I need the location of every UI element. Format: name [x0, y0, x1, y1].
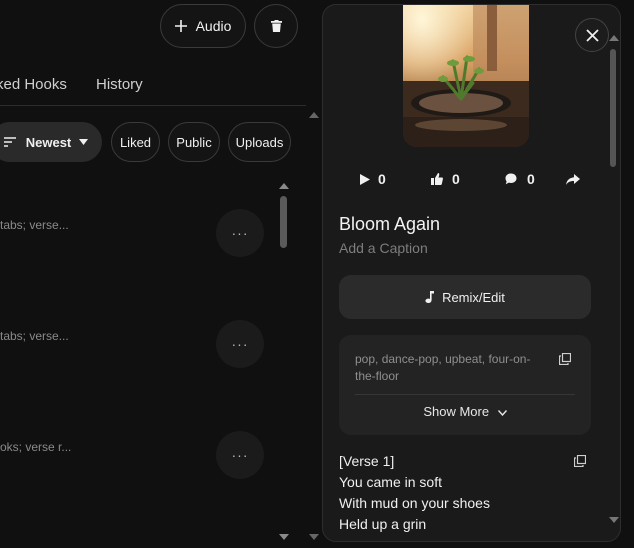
caret-down-icon	[79, 139, 89, 145]
more-options-button[interactable]: ···	[216, 320, 264, 368]
delete-button[interactable]	[254, 4, 298, 48]
like-count[interactable]: 0	[431, 165, 460, 193]
more-icon: ···	[231, 447, 249, 463]
share-button[interactable]	[566, 165, 580, 193]
sort-dropdown[interactable]: Newest	[0, 122, 102, 162]
add-audio-button[interactable]: Audio	[160, 4, 246, 48]
filter-public-label: Public	[176, 134, 212, 150]
list-scrollbar-thumb[interactable]	[280, 196, 287, 248]
comment-icon	[505, 173, 517, 185]
page-scroll-down[interactable]	[309, 534, 319, 540]
share-icon	[566, 173, 580, 185]
style-tags: pop, dance-pop, upbeat, four-on-the-floo…	[355, 352, 531, 383]
panel-scroll-down[interactable]	[609, 517, 619, 523]
thumbs-up-icon	[431, 173, 443, 185]
filter-liked-label: Liked	[119, 134, 152, 150]
remix-edit-label: Remix/Edit	[442, 289, 505, 305]
plus-icon	[174, 20, 187, 32]
like-count-value: 0	[452, 171, 460, 187]
filter-uploads[interactable]: Uploads	[228, 122, 291, 162]
list-scroll-down[interactable]	[279, 534, 289, 540]
panel-scroll-up[interactable]	[609, 35, 619, 41]
play-count-value: 0	[378, 171, 386, 187]
lyrics-line: Held up a grin	[339, 516, 427, 532]
sort-icon	[3, 137, 16, 147]
copy-tags-icon[interactable]	[559, 353, 571, 365]
tags-divider	[355, 394, 575, 395]
close-button[interactable]	[575, 18, 609, 52]
play-count[interactable]: 0	[360, 165, 386, 193]
list-item-description: tabs; verse...	[0, 218, 69, 232]
tab-history[interactable]: History	[96, 76, 143, 93]
tab-liked-hooks[interactable]: ked Hooks	[0, 76, 67, 93]
page-scroll-up[interactable]	[309, 112, 319, 118]
more-options-button[interactable]: ···	[216, 431, 264, 479]
lyrics-line: You came in soft	[339, 474, 442, 490]
list-item-description: oks; verse r...	[0, 440, 72, 454]
song-title: Bloom Again	[339, 214, 441, 234]
music-note-icon	[425, 291, 435, 303]
more-icon: ···	[231, 336, 249, 352]
show-more-label: Show More	[423, 404, 490, 419]
comment-count-value: 0	[527, 171, 535, 187]
lyrics-line: With mud on your shoes	[339, 495, 490, 511]
chevron-down-icon	[497, 410, 507, 417]
filter-uploads-label: Uploads	[235, 134, 284, 150]
show-more-button[interactable]: Show More	[339, 404, 591, 419]
style-tags-box: pop, dance-pop, upbeat, four-on-the-floo…	[339, 335, 591, 435]
cover-art-image	[403, 5, 529, 147]
cover-art	[403, 5, 529, 147]
filter-liked[interactable]: Liked	[111, 122, 160, 162]
lyrics-line: [Verse 1]	[339, 453, 395, 469]
sort-label: Newest	[25, 134, 72, 150]
filter-public[interactable]: Public	[168, 122, 220, 162]
close-icon	[585, 28, 599, 42]
caption-input[interactable]: Add a Caption	[339, 240, 428, 256]
more-options-button[interactable]: ···	[216, 209, 264, 257]
more-icon: ···	[231, 225, 249, 241]
list-scroll-up[interactable]	[279, 183, 289, 189]
copy-lyrics-icon[interactable]	[574, 455, 586, 467]
list-item-description: tabs; verse...	[0, 329, 69, 343]
audio-button-label: Audio	[195, 18, 232, 34]
remix-edit-button[interactable]: Remix/Edit	[339, 275, 591, 319]
comment-count[interactable]: 0	[505, 165, 535, 193]
panel-scrollbar-thumb[interactable]	[610, 49, 616, 167]
play-icon	[360, 173, 370, 185]
song-detail-panel: 0 0 0 Bloom Again Add a Caption Remix/Ed…	[322, 4, 621, 542]
tabs-divider	[0, 105, 306, 106]
trash-icon	[270, 20, 282, 32]
